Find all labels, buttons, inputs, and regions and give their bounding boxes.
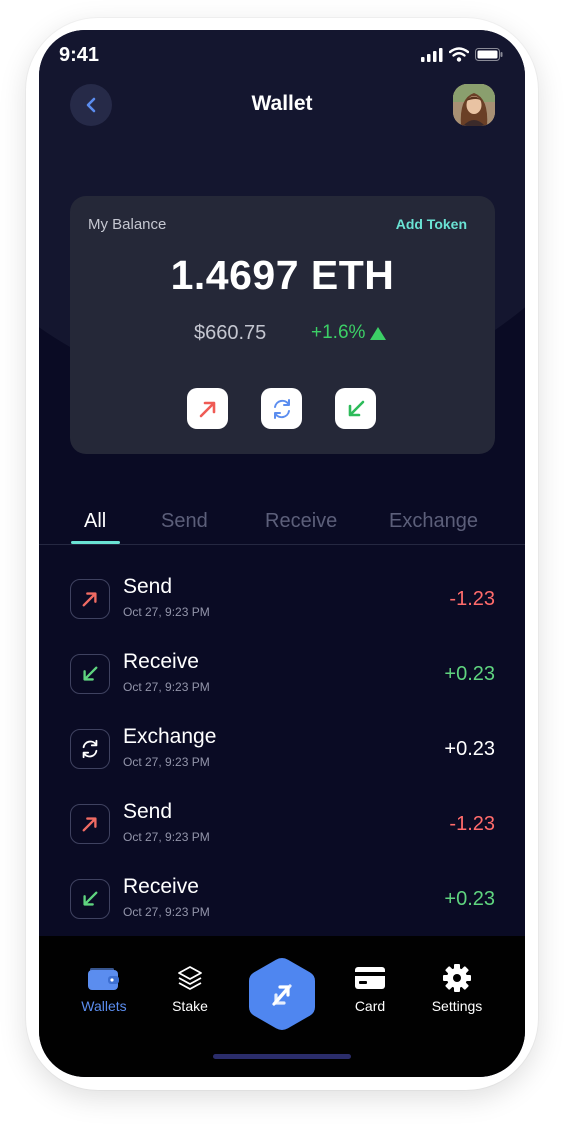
- nav-stake-label: Stake: [172, 998, 208, 1014]
- nav-wallets[interactable]: Wallets: [75, 964, 133, 1014]
- send-icon: [70, 804, 110, 844]
- transaction-date: Oct 27, 9:23 PM: [123, 680, 210, 694]
- triangle-up-icon: [370, 326, 387, 340]
- center-action-button[interactable]: [247, 956, 317, 1032]
- transaction-row[interactable]: Exchange Oct 27, 9:23 PM +0.23: [70, 725, 495, 773]
- transaction-name: Receive: [123, 875, 199, 898]
- tab-send[interactable]: Send: [161, 510, 208, 533]
- balance-change: +1.6%: [311, 322, 387, 344]
- send-button[interactable]: [187, 388, 228, 429]
- user-avatar-image: [453, 84, 495, 126]
- arrow-down-left-icon: [348, 400, 364, 416]
- layers-icon: [178, 966, 202, 990]
- transaction-row[interactable]: Receive Oct 27, 9:23 PM +0.23: [70, 875, 495, 923]
- wallet-icon: [88, 968, 119, 990]
- app-screen: 9:41 Wallet My Balance Add Token 1.4697 …: [39, 30, 525, 1077]
- transaction-amount: +0.23: [444, 738, 495, 760]
- balance-card: My Balance Add Token 1.4697 ETH $660.75 …: [70, 196, 495, 454]
- nav-wallets-label: Wallets: [81, 998, 127, 1014]
- receive-icon: [70, 879, 110, 919]
- transaction-row[interactable]: Send Oct 27, 9:23 PM -1.23: [70, 575, 495, 623]
- refresh-icon: [273, 398, 290, 419]
- tab-exchange[interactable]: Exchange: [389, 510, 478, 533]
- transaction-date: Oct 27, 9:23 PM: [123, 905, 210, 919]
- transaction-amount: -1.23: [449, 813, 495, 835]
- wifi-icon: [449, 47, 469, 62]
- hexagon-swap-icon: [249, 958, 315, 1030]
- nav-card[interactable]: Card: [345, 964, 395, 1014]
- active-tab-indicator: [71, 541, 120, 544]
- battery-icon: [475, 48, 503, 61]
- receive-button[interactable]: [335, 388, 376, 429]
- send-icon: [70, 579, 110, 619]
- transaction-row[interactable]: Receive Oct 27, 9:23 PM +0.23: [70, 650, 495, 698]
- transaction-name: Receive: [123, 650, 199, 673]
- transaction-amount: +0.23: [444, 663, 495, 685]
- transaction-row[interactable]: Send Oct 27, 9:23 PM -1.23: [70, 800, 495, 848]
- balance-amount: 1.4697 ETH: [170, 252, 395, 298]
- avatar[interactable]: [453, 84, 495, 126]
- nav-card-label: Card: [354, 998, 386, 1014]
- transaction-date: Oct 27, 9:23 PM: [123, 830, 210, 844]
- transaction-amount: -1.23: [449, 588, 495, 610]
- transaction-name: Send: [123, 800, 173, 823]
- credit-card-icon: [355, 967, 385, 989]
- gear-icon: [443, 964, 471, 992]
- nav-settings-label: Settings: [431, 998, 483, 1014]
- transaction-tabs: All Send Receive Exchange: [39, 506, 525, 545]
- status-icons: [421, 47, 503, 62]
- tab-receive[interactable]: Receive: [265, 510, 337, 533]
- transaction-date: Oct 27, 9:23 PM: [123, 605, 210, 619]
- transaction-amount: +0.23: [444, 888, 495, 910]
- receive-icon: [70, 654, 110, 694]
- balance-usd: $660.75: [194, 322, 267, 344]
- signal-icon: [421, 47, 443, 62]
- exchange-icon: [70, 729, 110, 769]
- status-time: 9:41: [59, 44, 100, 66]
- home-indicator: [213, 1054, 351, 1059]
- exchange-button[interactable]: [261, 388, 302, 429]
- add-token-link[interactable]: Add Token: [396, 216, 467, 232]
- balance-label: My Balance: [88, 216, 167, 233]
- arrow-up-right-icon: [199, 401, 215, 417]
- nav-settings[interactable]: Settings: [429, 964, 485, 1014]
- nav-stake[interactable]: Stake: [165, 964, 215, 1014]
- transaction-name: Exchange: [123, 725, 217, 748]
- bottom-nav: Wallets Stake Card Settings: [39, 936, 525, 1077]
- balance-change-value: +1.6%: [311, 322, 366, 343]
- transaction-date: Oct 27, 9:23 PM: [123, 755, 210, 769]
- tab-all[interactable]: All: [84, 510, 106, 533]
- transaction-name: Send: [123, 575, 173, 598]
